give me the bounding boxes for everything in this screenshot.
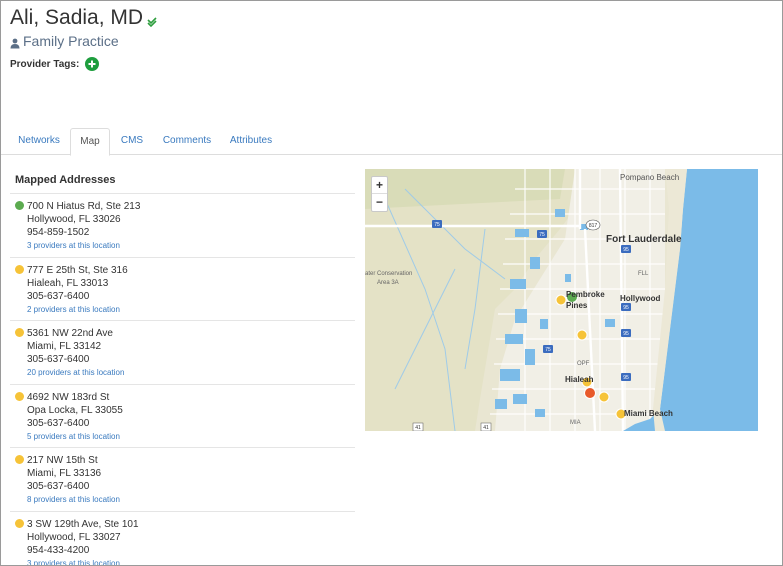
- address-phone: 305-637-6400: [27, 354, 90, 366]
- tab-cms[interactable]: CMS: [112, 128, 152, 155]
- route-shield: 95: [623, 375, 629, 381]
- map-label-hialeah: Hialeah: [565, 375, 594, 384]
- providers-at-location-link[interactable]: 3 providers at this location: [27, 557, 355, 565]
- location-marker-icon: [15, 201, 24, 210]
- location-marker-icon: [15, 518, 24, 528]
- map-zoom-control: + −: [371, 176, 388, 212]
- provider-tags-label: Provider Tags:: [10, 58, 80, 70]
- map-label-hollywood: Hollywood: [620, 294, 661, 303]
- verified-check-icon: [147, 14, 157, 28]
- tab-attributes[interactable]: Attributes: [222, 128, 280, 155]
- plus-icon: [88, 60, 96, 68]
- providers-at-location-link[interactable]: 3 providers at this location: [27, 239, 355, 253]
- provider-detail-window: Ali, Sadia, MD Family Practice Provider …: [0, 0, 783, 566]
- map-canvas[interactable]: 75 75 95 95 95 75 95 817 41 41 Pompano B…: [365, 169, 758, 431]
- address-city: Hialeah, FL 33013: [27, 277, 109, 289]
- address-item: 777 E 25th St, Ste 316 Hialeah, FL 33013…: [10, 258, 355, 322]
- location-marker-icon: [15, 455, 24, 465]
- provider-tags: Provider Tags:: [10, 57, 100, 71]
- address-item: 217 NW 15th St Miami, FL 33136 305-637-6…: [10, 448, 355, 512]
- address-city: Opa Locka, FL 33055: [27, 404, 123, 416]
- map-marker[interactable]: [598, 391, 610, 403]
- location-marker-icon: [15, 328, 24, 338]
- tab-networks[interactable]: Networks: [10, 128, 68, 155]
- address-city: Hollywood, FL 33027: [27, 531, 121, 543]
- zoom-out-button[interactable]: −: [372, 194, 387, 211]
- specialty-label: Family Practice: [23, 33, 119, 49]
- address-street: 700 N Hiatus Rd, Ste 213: [27, 201, 141, 212]
- route-shield: 95: [623, 331, 629, 337]
- zoom-in-button[interactable]: +: [372, 177, 387, 194]
- route-shield: 817: [589, 223, 598, 229]
- providers-at-location-link[interactable]: 5 providers at this location: [27, 430, 355, 444]
- address-phone: 954-433-4200: [27, 544, 90, 556]
- address-street: 5361 NW 22nd Ave: [27, 328, 113, 340]
- add-tag-button[interactable]: [85, 57, 100, 71]
- address-street: 217 NW 15th St: [27, 455, 98, 467]
- map-label-pembroke: Pembroke: [566, 290, 605, 299]
- providers-at-location-link[interactable]: 20 providers at this location: [27, 366, 355, 380]
- address-street: 3 SW 129th Ave, Ste 101: [27, 518, 139, 530]
- address-phone: 305-637-6400: [27, 290, 90, 302]
- location-marker-icon: [15, 391, 24, 401]
- mapped-addresses-title: Mapped Addresses: [15, 174, 116, 186]
- route-shield: 41: [483, 425, 489, 431]
- map-label-pines: Pines: [566, 301, 588, 310]
- route-shield: 75: [434, 222, 440, 228]
- address-item: 4692 NW 183rd St Opa Locka, FL 33055 305…: [10, 385, 355, 449]
- provider-name: Ali, Sadia, MD: [10, 6, 144, 29]
- map-marker[interactable]: [576, 329, 588, 341]
- address-item: 3 SW 129th Ave, Ste 101 Hollywood, FL 33…: [10, 512, 355, 565]
- providers-at-location-link[interactable]: 8 providers at this location: [27, 493, 355, 507]
- map-label-conservation-area: ater Conservation: [365, 271, 412, 277]
- address-city: Miami, FL 33136: [27, 468, 102, 480]
- route-shield: 41: [415, 425, 421, 431]
- map-label-pompano-beach: Pompano Beach: [620, 173, 679, 182]
- provider-header: Ali, Sadia, MD Family Practice: [10, 6, 157, 49]
- map-label-mia: MIA: [570, 420, 581, 426]
- map-marker[interactable]: [555, 294, 567, 306]
- tab-comments[interactable]: Comments: [156, 128, 218, 155]
- address-list: 700 N Hiatus Rd, Ste 213 Hollywood, FL 3…: [10, 193, 355, 565]
- map-marker-cluster[interactable]: [584, 387, 596, 399]
- address-street: 777 E 25th St, Ste 316: [27, 264, 128, 276]
- route-shield: 95: [623, 305, 629, 311]
- address-item: 5361 NW 22nd Ave Miami, FL 33142 305-637…: [10, 321, 355, 385]
- map-label-area-3a: Area 3A: [377, 280, 399, 286]
- providers-at-location-link[interactable]: 2 providers at this location: [27, 303, 355, 317]
- route-shield: 75: [545, 347, 551, 353]
- address-city: Miami, FL 33142: [27, 341, 102, 353]
- address-street: 4692 NW 183rd St: [27, 391, 110, 403]
- address-phone: 305-637-6400: [27, 481, 90, 493]
- location-marker-icon: [15, 264, 24, 274]
- map-label-miami-beach: Miami Beach: [624, 409, 673, 418]
- route-shield: 75: [539, 232, 545, 238]
- address-city: Hollywood, FL 33026: [27, 214, 121, 225]
- address-phone: 305-637-6400: [27, 417, 90, 429]
- tab-map[interactable]: Map: [70, 128, 110, 156]
- map-label-opf: OPF: [577, 361, 590, 367]
- person-icon: [10, 36, 20, 48]
- route-shield: 95: [623, 247, 629, 253]
- map-label-fll: FLL: [638, 271, 649, 277]
- tab-bar: Networks Map CMS Comments Attributes: [1, 128, 782, 156]
- map-label-fort-lauderdale: Fort Lauderdale: [606, 234, 682, 245]
- map-view[interactable]: 75 75 95 95 95 75 95 817 41 41 Pompano B…: [365, 169, 758, 431]
- address-item: 700 N Hiatus Rd, Ste 213 Hollywood, FL 3…: [10, 194, 355, 258]
- address-phone: 954-859-1502: [27, 227, 90, 238]
